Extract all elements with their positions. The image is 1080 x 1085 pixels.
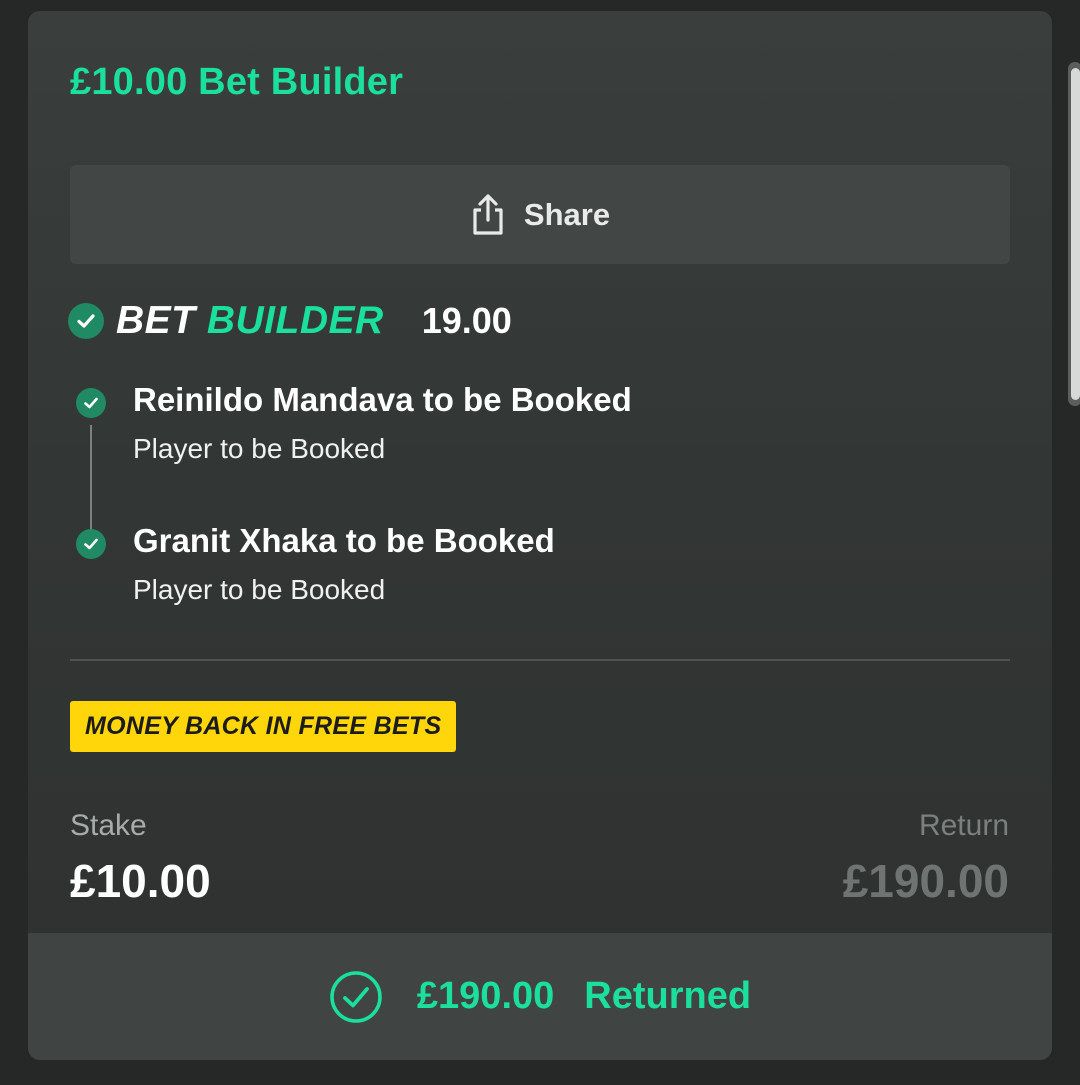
share-icon bbox=[470, 193, 506, 237]
result-status: Returned bbox=[584, 975, 752, 1017]
check-icon bbox=[76, 388, 106, 418]
share-button[interactable]: Share bbox=[70, 165, 1010, 264]
return-label: Return bbox=[918, 809, 1009, 842]
check-icon bbox=[76, 529, 106, 559]
scrollbar[interactable] bbox=[1068, 62, 1080, 406]
legs-connector-line bbox=[90, 425, 92, 545]
bet-builder-word-bet: BET bbox=[116, 299, 196, 342]
check-circle-icon bbox=[329, 970, 383, 1024]
promo-badge: MONEY BACK IN FREE BETS bbox=[70, 701, 457, 752]
stake-value: £10.00 bbox=[70, 855, 211, 907]
result-footer: £190.00 Returned bbox=[28, 933, 1052, 1060]
bet-odds: 19.00 bbox=[421, 300, 512, 341]
divider bbox=[70, 659, 1010, 661]
return-value: £190.00 bbox=[842, 855, 1009, 907]
leg-selection: Granit Xhaka to be Booked bbox=[133, 522, 555, 559]
stake-label: Stake bbox=[70, 809, 147, 842]
bet-builder-word-builder: BUILDER bbox=[206, 299, 384, 342]
bet-card: £10.00 Bet Builder Share BET BUILDER 19.… bbox=[28, 11, 1052, 1060]
result-amount: £190.00 bbox=[416, 975, 555, 1017]
leg-market: Player to be Booked bbox=[133, 574, 386, 605]
bet-builder-logo: BET BUILDER bbox=[116, 299, 384, 343]
check-icon bbox=[68, 303, 104, 339]
scrollbar-thumb[interactable] bbox=[1071, 68, 1080, 400]
bet-title: £10.00 Bet Builder bbox=[70, 61, 404, 103]
bet-builder-header: BET BUILDER 19.00 bbox=[68, 299, 512, 343]
leg-selection: Reinildo Mandava to be Booked bbox=[133, 381, 632, 418]
share-label: Share bbox=[523, 196, 611, 232]
leg-market: Player to be Booked bbox=[133, 433, 386, 464]
